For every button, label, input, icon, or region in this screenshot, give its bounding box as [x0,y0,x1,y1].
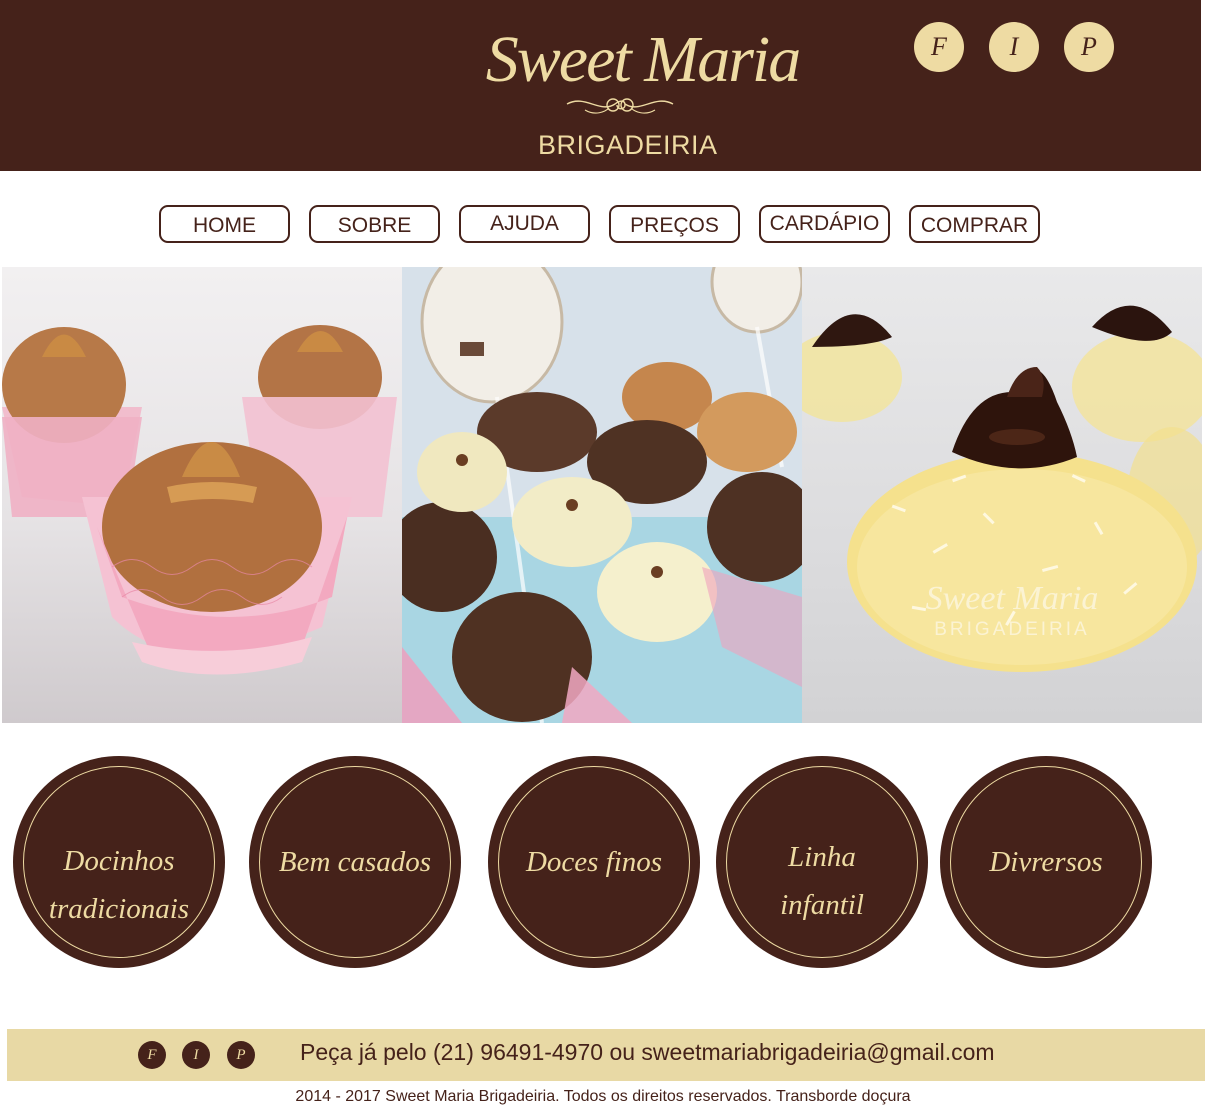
logo-subtitle: BRIGADEIRIA [538,130,718,160]
brigadeiro-doce-de-leite-image [2,325,397,675]
category-diversos[interactable]: Divrersos [940,756,1152,968]
nav-cardapio-button[interactable]: CARDÁPIO [759,205,890,243]
category-label: Doces finos [525,846,663,878]
nav-sobre-button[interactable]: SOBRE [309,205,440,243]
assorted-brigadeiros-image [402,267,802,723]
pinterest-icon[interactable]: P [1064,22,1114,72]
watermark-subtitle: BRIGADEIRIA [934,619,1089,640]
nav-precos-button[interactable]: PREÇOS [609,205,740,243]
category-label: Linha infantil [780,841,864,921]
beijinho-coconut-image: Sweet Maria BRIGADEIRIA [802,305,1202,672]
category-label: Bem casados [278,846,432,878]
instagram-icon[interactable]: I [989,22,1039,72]
copyright-text: 2014 - 2017 Sweet Maria Brigadeiria. Tod… [295,1088,911,1105]
gallery-photo-2 [402,267,802,723]
facebook-icon[interactable]: F [914,22,964,72]
nav-ajuda-button[interactable]: AJUDA [459,205,590,243]
nav-comprar-button[interactable]: COMPRAR [909,205,1040,243]
category-linha-infantil[interactable]: Linha infantil [716,756,928,968]
gallery-photo-1 [2,267,402,723]
gallery-photo-3: Sweet Maria BRIGADEIRIA [802,267,1202,723]
page: Sweet Maria BRIGADEIRIA F I P HOME SOBRE… [0,0,1206,1110]
category-label: Divrersos [989,846,1103,878]
footer-pinterest-icon[interactable]: P [227,1041,255,1069]
ornament-icon [566,98,674,114]
category-label: Docinhos tradicionais [48,845,190,925]
footer-facebook-icon[interactable]: F [138,1041,166,1069]
category-doces-finos[interactable]: Doces finos [488,756,700,968]
category-docinhos-tradicionais[interactable]: Docinhos tradicionais [13,756,225,968]
nav-home-button[interactable]: HOME [159,205,290,243]
watermark-script: Sweet Maria [926,580,1099,617]
category-bem-casados[interactable]: Bem casados [249,756,461,968]
footer-instagram-icon[interactable]: I [182,1041,210,1069]
header-banner: Sweet Maria BRIGADEIRIA F I P [0,0,1201,171]
contact-info: Peça já pelo (21) 96491-4970 ou sweetmar… [300,1039,995,1065]
